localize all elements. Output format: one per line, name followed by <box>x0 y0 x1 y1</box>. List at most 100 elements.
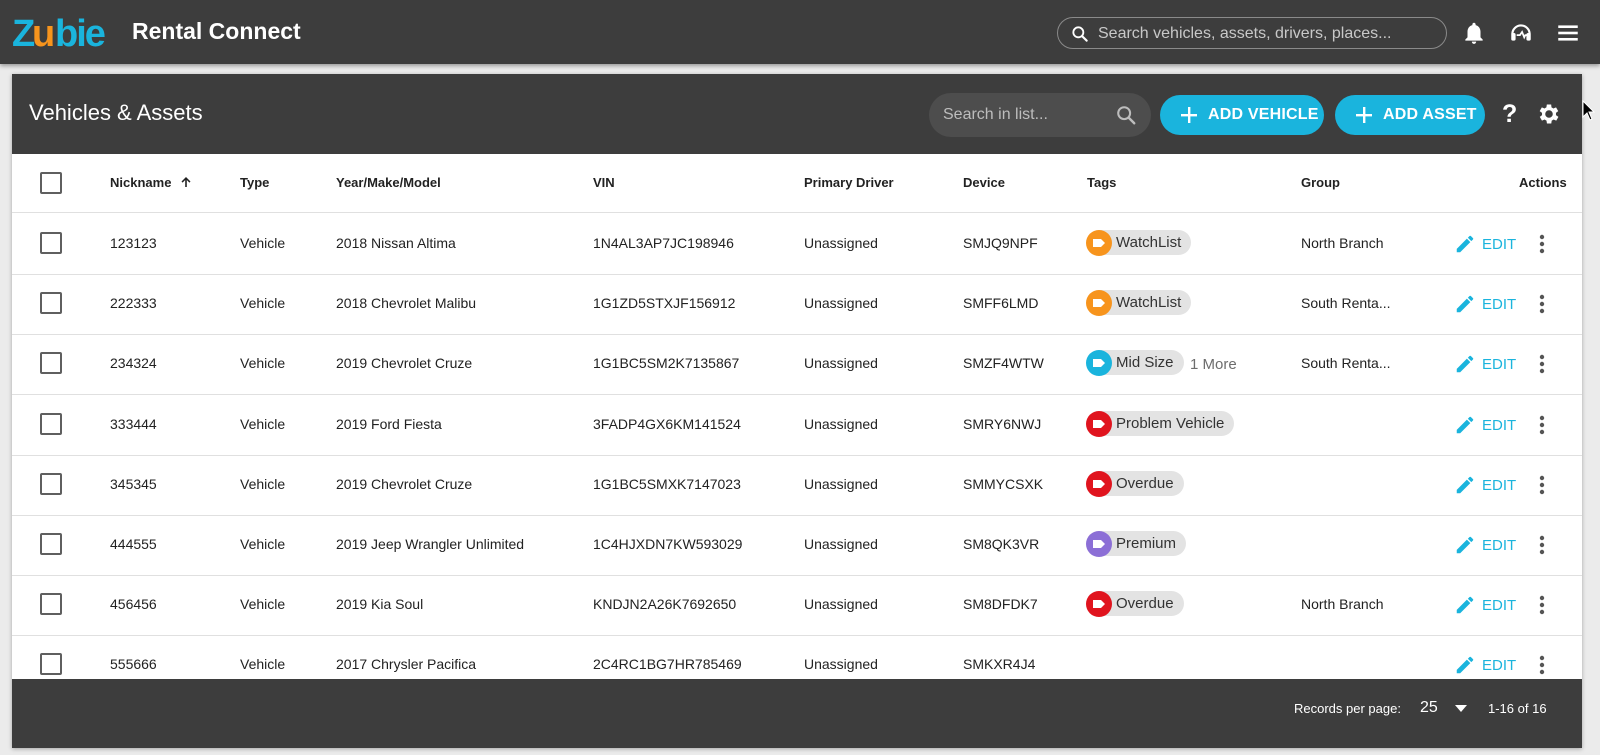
global-search-input[interactable]: Search vehicles, assets, drivers, places… <box>1057 17 1447 49</box>
table-row[interactable]: 234324 Vehicle 2019 Chevrolet Cruze 1G1BC5S… <box>12 334 1582 395</box>
search-icon[interactable] <box>1115 104 1137 126</box>
row-checkbox[interactable] <box>40 473 62 495</box>
more-options-icon[interactable] <box>1539 535 1545 555</box>
cell-vin: 2C4RC1BG7HR785469 <box>593 656 742 672</box>
cell-device: SMZF4WTW <box>963 355 1044 371</box>
edit-label: EDIT <box>1482 596 1517 614</box>
more-tags-link[interactable]: 1 More <box>1190 356 1237 373</box>
edit-button[interactable]: EDIT <box>1454 353 1516 375</box>
column-year-make-model[interactable]: Year/Make/Model <box>336 175 441 190</box>
caret-down-icon[interactable] <box>1455 705 1467 713</box>
cell-nickname: 333444 <box>110 416 157 432</box>
tag-label-icon <box>1086 590 1112 617</box>
records-per-page-label: Records per page: <box>1294 701 1401 716</box>
cell-type: Vehicle <box>240 476 286 492</box>
row-checkbox[interactable] <box>40 593 62 615</box>
row-checkbox[interactable] <box>40 533 62 555</box>
edit-button[interactable]: EDIT <box>1454 594 1516 616</box>
cell-primary-driver: Unassigned <box>804 295 878 311</box>
vehicles-panel: Vehicles & Assets Search in list... ADD … <box>12 74 1582 748</box>
more-options-icon[interactable] <box>1539 655 1545 675</box>
cell-year-make-model: 2019 Chevrolet Cruze <box>336 355 473 371</box>
list-search-input[interactable]: Search in list... <box>929 93 1151 137</box>
cell-year-make-model: 2018 Nissan Altima <box>336 235 456 251</box>
column-type[interactable]: Type <box>240 175 269 190</box>
edit-button[interactable]: EDIT <box>1454 474 1516 496</box>
column-actions: Actions <box>1519 175 1567 190</box>
app-title: Rental Connect <box>132 18 301 44</box>
add-vehicle-label: ADD VEHICLE <box>1208 106 1319 123</box>
edit-button[interactable]: EDIT <box>1454 534 1516 556</box>
more-options-icon[interactable] <box>1539 475 1545 495</box>
tag-text: WatchList <box>1116 294 1182 311</box>
tag-label-icon <box>1086 289 1112 316</box>
pencil-icon <box>1456 656 1474 674</box>
column-device[interactable]: Device <box>963 175 1005 190</box>
row-checkbox[interactable] <box>40 413 62 435</box>
cell-year-make-model: 2019 Chevrolet Cruze <box>336 476 473 492</box>
plus-icon <box>1181 107 1197 123</box>
pencil-icon <box>1456 476 1474 494</box>
cell-nickname: 555666 <box>110 656 157 672</box>
add-asset-button[interactable]: ADD ASSET <box>1335 95 1485 135</box>
cell-type: Vehicle <box>240 235 286 251</box>
row-checkbox[interactable] <box>40 292 62 314</box>
tag-chip: WatchList <box>1086 229 1192 256</box>
column-nickname-label: Nickname <box>110 175 172 190</box>
table-row[interactable]: 222333 Vehicle 2018 Chevrolet Malibu 1G1ZD5… <box>12 274 1582 335</box>
cell-device: SMFF6LMD <box>963 295 1039 311</box>
row-checkbox[interactable] <box>40 653 62 675</box>
row-checkbox[interactable] <box>40 232 62 254</box>
column-group[interactable]: Group <box>1301 175 1340 190</box>
edit-button[interactable]: EDIT <box>1454 414 1516 436</box>
more-options-icon[interactable] <box>1539 294 1545 314</box>
edit-label: EDIT <box>1482 416 1517 434</box>
edit-button[interactable]: EDIT <box>1454 293 1516 315</box>
column-tags[interactable]: Tags <box>1087 175 1116 190</box>
table-row[interactable]: 456456 Vehicle 2019 Kia Soul KNDJN2A26K7692… <box>12 575 1582 636</box>
more-options-icon[interactable] <box>1539 234 1545 254</box>
tag-text: Overdue <box>1116 595 1174 612</box>
column-primary-driver[interactable]: Primary Driver <box>804 175 894 190</box>
records-per-page-select[interactable]: 25 <box>1420 699 1438 717</box>
tag-label-icon <box>1086 470 1112 497</box>
cell-group: North Branch <box>1301 596 1384 612</box>
cell-year-make-model: 2019 Ford Fiesta <box>336 416 442 432</box>
tag-chip: Overdue <box>1086 470 1184 497</box>
cell-primary-driver: Unassigned <box>804 355 878 371</box>
edit-button[interactable]: EDIT <box>1454 654 1516 676</box>
svg-text:bie: bie <box>55 14 105 52</box>
tag-text: Problem Vehicle <box>1116 415 1225 432</box>
support-headset-icon[interactable] <box>1508 20 1534 46</box>
pencil-icon <box>1456 416 1474 434</box>
table-header: Nickname Type Year/Make/Model VIN Primar… <box>12 154 1582 213</box>
search-icon <box>1072 26 1088 42</box>
table-row[interactable]: 444555 Vehicle 2019 Jeep Wrangler Unlimite… <box>12 515 1582 576</box>
cell-device: SMRY6NWJ <box>963 416 1042 432</box>
cell-type: Vehicle <box>240 596 286 612</box>
table-row[interactable]: 333444 Vehicle 2019 Ford Fiesta 3FADP4GX6KM… <box>12 395 1582 456</box>
help-icon[interactable]: ? <box>1502 100 1517 129</box>
select-all-checkbox[interactable] <box>40 172 62 194</box>
edit-button[interactable]: EDIT <box>1454 233 1516 255</box>
table-row[interactable]: 123123 Vehicle 2018 Nissan Altima 1N4AL3AP7… <box>12 214 1582 275</box>
add-vehicle-button[interactable]: ADD VEHICLE <box>1160 95 1324 135</box>
add-asset-label: ADD ASSET <box>1383 106 1477 123</box>
more-options-icon[interactable] <box>1539 354 1545 374</box>
gear-icon[interactable] <box>1536 101 1562 127</box>
mouse-cursor-icon <box>1582 100 1596 121</box>
bell-icon[interactable] <box>1461 20 1487 46</box>
cell-vin: 1C4HJXDN7KW593029 <box>593 536 743 552</box>
table-row[interactable]: 345345 Vehicle 2019 Chevrolet Cruze 1G1BC5S… <box>12 455 1582 516</box>
menu-icon[interactable] <box>1555 20 1581 46</box>
zubie-logo[interactable]: Z u bie <box>12 14 110 52</box>
cell-type: Vehicle <box>240 656 286 672</box>
more-options-icon[interactable] <box>1539 415 1545 435</box>
column-nickname[interactable]: Nickname <box>110 175 193 190</box>
more-options-icon[interactable] <box>1539 595 1545 615</box>
column-vin[interactable]: VIN <box>593 175 615 190</box>
cell-primary-driver: Unassigned <box>804 235 878 251</box>
row-checkbox[interactable] <box>40 352 62 374</box>
cell-device: SM8QK3VR <box>963 536 1040 552</box>
cell-nickname: 222333 <box>110 295 157 311</box>
